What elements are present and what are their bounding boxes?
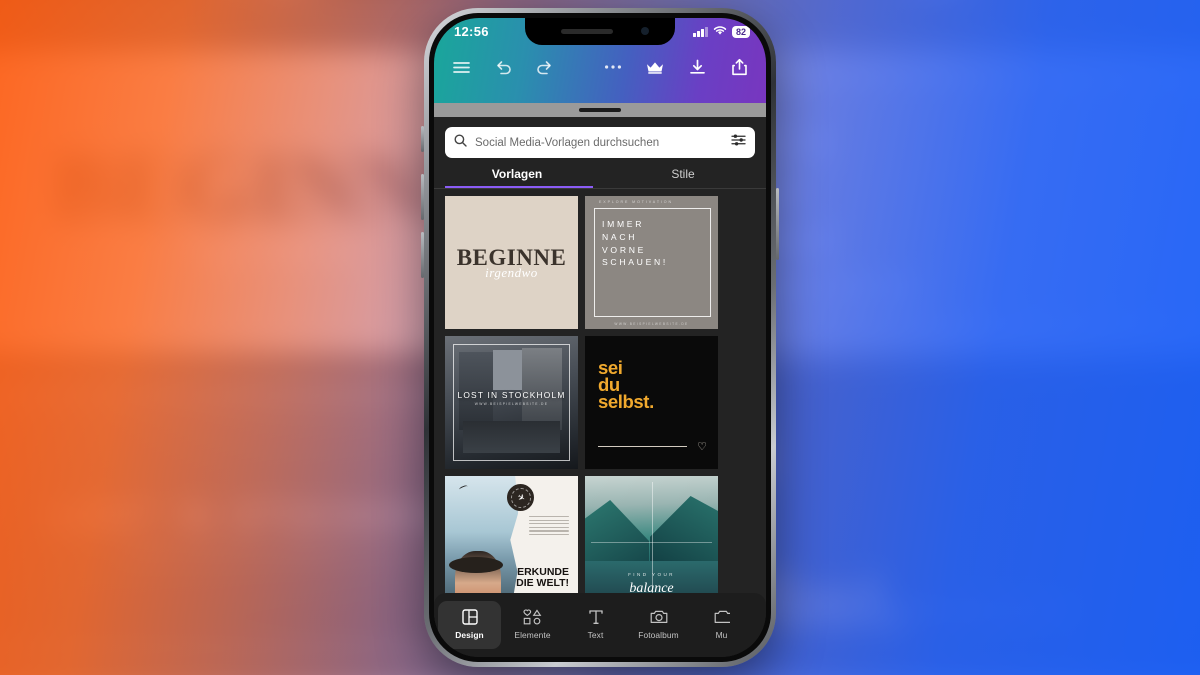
phone-screen: 12:56 82 Social Media-Vorlagen durchsuch… bbox=[434, 18, 766, 657]
nav-item-text[interactable]: Text bbox=[564, 601, 627, 649]
power-button[interactable] bbox=[776, 188, 779, 260]
nav-label: Text bbox=[587, 630, 604, 640]
template-kicker: FIND YOUR bbox=[628, 572, 675, 577]
template-title: ERKUNDE DIE WELT! bbox=[516, 567, 569, 589]
template-subtitle: irgendwo bbox=[485, 264, 538, 280]
template-bottom-label: WWW.BEISPIELWEBSITE.DE bbox=[614, 321, 689, 326]
templates-panel: Social Media-Vorlagen durchsuchen Vorlag… bbox=[434, 117, 766, 657]
panel-drag-handle[interactable] bbox=[434, 103, 766, 117]
search-placeholder: Social Media-Vorlagen durchsuchen bbox=[475, 136, 660, 149]
status-indicators: 82 bbox=[693, 23, 750, 41]
mute-switch[interactable] bbox=[421, 126, 424, 152]
template-subtitle: WWW.BEISPIELWEBSITE.DE bbox=[474, 402, 549, 406]
template-top-label: EXPLORE MOTIVATION bbox=[599, 200, 674, 204]
template-horizontal-rule bbox=[591, 542, 712, 543]
bottom-navigation: Design Elemente Text Fotoalbum Mu bbox=[434, 593, 766, 657]
template-line: IMMER bbox=[602, 219, 645, 229]
template-line: NACH bbox=[602, 231, 638, 242]
nav-item-elemente[interactable]: Elemente bbox=[501, 601, 564, 649]
redo-icon[interactable] bbox=[532, 54, 558, 80]
hamburger-menu-icon[interactable] bbox=[448, 54, 474, 80]
more-options-icon[interactable] bbox=[600, 54, 626, 80]
panel-tabs: Vorlagen Stile bbox=[434, 167, 766, 188]
status-clock: 12:56 bbox=[454, 24, 489, 39]
template-lines: IMMER NACH VORNE SCHAUEN! bbox=[602, 218, 668, 269]
search-row: Social Media-Vorlagen durchsuchen bbox=[434, 117, 766, 158]
template-line: selbst. bbox=[598, 391, 654, 412]
template-line: VORNE bbox=[602, 244, 647, 255]
text-t-icon bbox=[588, 608, 604, 625]
template-card-immer-nach-vorne[interactable]: EXPLORE MOTIVATION IMMER NACH VORNE SCHA… bbox=[585, 196, 718, 329]
filter-sliders-icon[interactable] bbox=[731, 133, 746, 152]
heart-outline-icon: ♡ bbox=[697, 441, 707, 453]
share-icon[interactable] bbox=[726, 54, 752, 80]
template-card-beginne-irgendwo[interactable]: BEGINNE irgendwo bbox=[445, 196, 578, 329]
template-rule bbox=[598, 446, 687, 447]
tab-stile[interactable]: Stile bbox=[600, 167, 766, 188]
volume-up-button[interactable] bbox=[421, 174, 424, 220]
search-input[interactable]: Social Media-Vorlagen durchsuchen bbox=[445, 127, 755, 158]
template-card-lost-in-stockholm[interactable]: LOST IN STOCKHOLM WWW.BEISPIELWEBSITE.DE bbox=[445, 336, 578, 469]
tab-active-underline bbox=[445, 185, 593, 188]
nav-label: Elemente bbox=[514, 630, 551, 640]
battery-icon: 82 bbox=[731, 25, 750, 38]
wifi-icon bbox=[713, 23, 727, 41]
crown-premium-icon[interactable] bbox=[642, 54, 668, 80]
template-card-find-your-balance[interactable]: FIND YOUR balance bbox=[585, 476, 718, 609]
download-icon[interactable] bbox=[684, 54, 710, 80]
search-icon bbox=[454, 134, 467, 152]
phone-notch bbox=[525, 18, 675, 45]
template-placeholder-text bbox=[529, 516, 569, 538]
template-card-sei-du-selbst[interactable]: sei du selbst. ♡ bbox=[585, 336, 718, 469]
earpiece-speaker bbox=[561, 29, 613, 34]
nav-item-musik[interactable]: Mu bbox=[690, 601, 753, 649]
template-photo-mountain-right bbox=[650, 496, 718, 564]
template-photo-mountain-left bbox=[585, 500, 649, 564]
nav-item-design[interactable]: Design bbox=[438, 601, 501, 649]
nav-label: Mu bbox=[715, 630, 728, 640]
template-title: LOST IN STOCKHOLM bbox=[457, 390, 566, 400]
phone-device: 12:56 82 Social Media-Vorlagen durchsuch… bbox=[421, 8, 779, 667]
template-line: DIE WELT! bbox=[516, 577, 569, 589]
music-note-icon bbox=[714, 608, 730, 625]
camera-photo-album-icon bbox=[650, 608, 668, 625]
template-lines: sei du selbst. bbox=[598, 358, 654, 412]
nav-item-fotoalbum[interactable]: Fotoalbum bbox=[627, 601, 690, 649]
airplane-badge-icon: ✈ bbox=[507, 484, 534, 511]
template-line: SCHAUEN! bbox=[602, 257, 669, 268]
app-top-bar: 12:56 82 bbox=[434, 18, 766, 103]
shapes-elements-icon bbox=[523, 608, 542, 625]
template-photo-hat bbox=[449, 557, 503, 573]
volume-down-button[interactable] bbox=[421, 232, 424, 278]
phone-bezel: 12:56 82 Social Media-Vorlagen durchsuch… bbox=[429, 13, 771, 662]
undo-icon[interactable] bbox=[490, 54, 516, 80]
editor-toolbar bbox=[434, 45, 766, 89]
nav-label: Design bbox=[455, 630, 484, 640]
template-card-erkunde-die-welt[interactable]: ✈ ERKUNDE DIE WELT! bbox=[445, 476, 578, 609]
front-camera bbox=[641, 27, 649, 35]
cellular-signal-icon bbox=[693, 26, 708, 37]
template-grid: BEGINNE irgendwo EXPLORE MOTIVATION IMME… bbox=[434, 189, 766, 609]
layout-design-icon bbox=[461, 608, 478, 625]
nav-label: Fotoalbum bbox=[638, 630, 679, 640]
drag-grip bbox=[579, 108, 621, 112]
